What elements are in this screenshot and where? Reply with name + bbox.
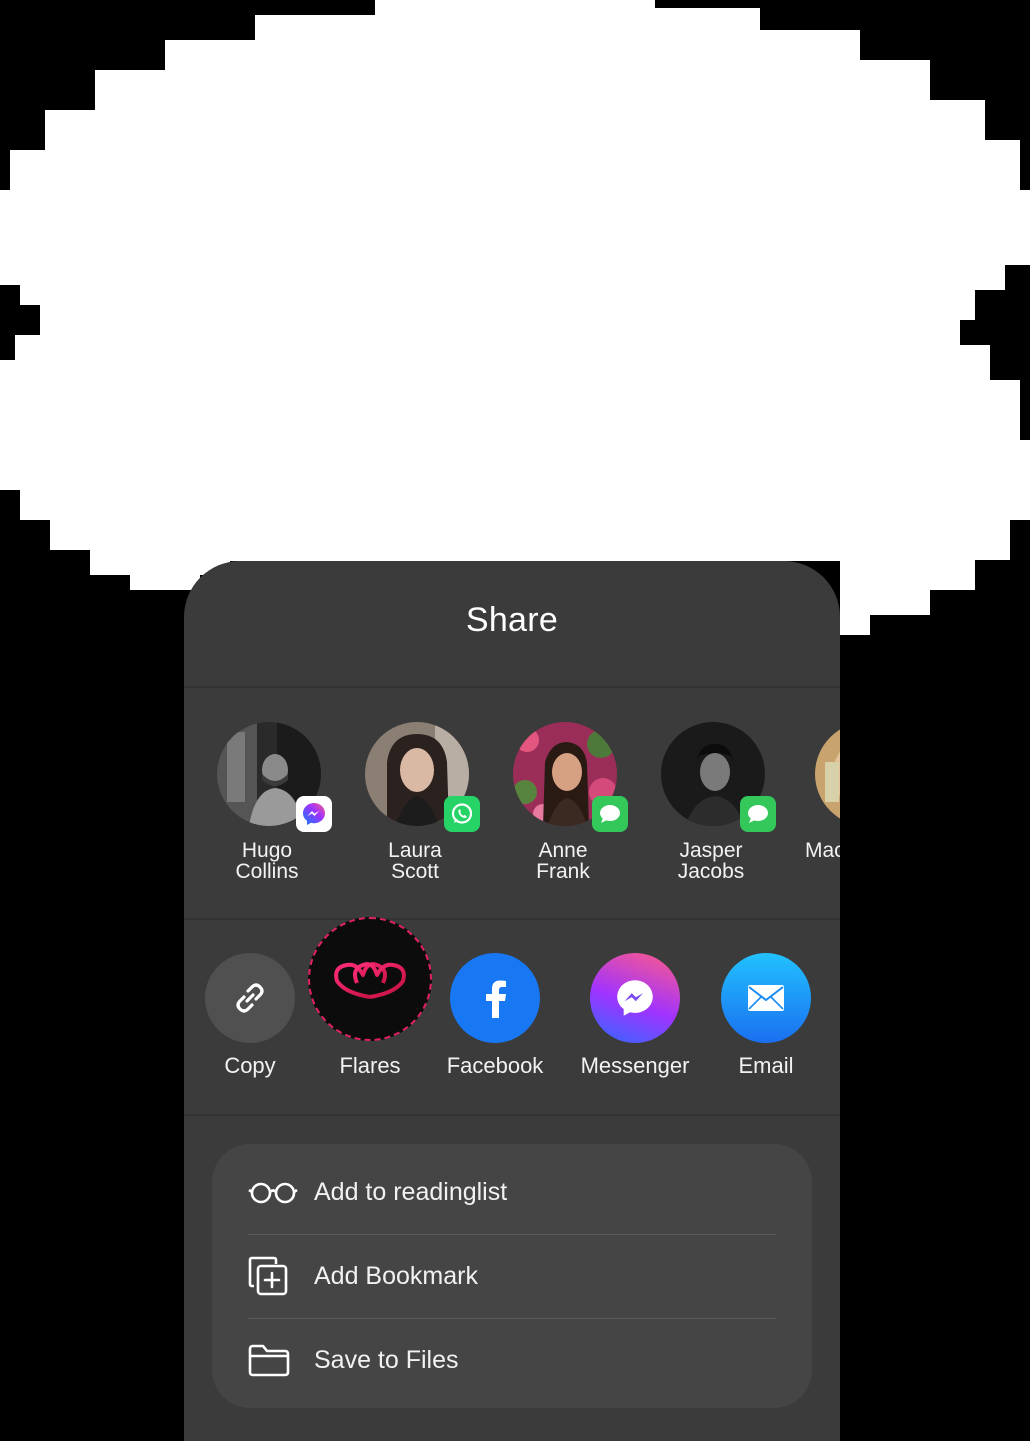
contact-hugo-collins[interactable]: Hugo Collins [192, 722, 342, 892]
avatar [815, 722, 840, 826]
contact-last-name: Jacobs [677, 860, 745, 883]
contact-first-name: Laura [388, 839, 442, 862]
option-label: Add to readinglist [314, 1177, 508, 1206]
share-title: Share [465, 601, 559, 639]
link-icon [205, 953, 295, 1043]
contact-jasper-jacobs[interactable]: Jasper Jacobs [636, 722, 786, 892]
whatsapp-icon [444, 796, 480, 832]
actions-divider [184, 1114, 840, 1116]
action-facebook[interactable]: Facebook [430, 953, 560, 1083]
contact-first-name: Anne [538, 839, 588, 862]
flares-logo-icon [308, 917, 432, 1041]
contact-last-name: Collins [235, 860, 299, 883]
share-screen: Share Hugo Collins Laura Scott Anne Fran… [0, 0, 1030, 1441]
contact-last-name: Scott [391, 860, 439, 883]
contact-first-name: Mac [805, 839, 840, 862]
contact-first-name: Hugo [241, 839, 293, 862]
options-list: Add to readinglist Add Bookmark Save to … [212, 1144, 812, 1408]
share-header: Share [184, 561, 840, 687]
option-label: Save to Files [314, 1345, 459, 1374]
contacts-divider [184, 918, 840, 920]
action-email[interactable]: Email [701, 953, 831, 1083]
contact-laura-scott[interactable]: Laura Scott [340, 722, 490, 892]
messenger-icon [296, 796, 332, 832]
envelope-icon [721, 953, 811, 1043]
contact-partial[interactable]: Mac [790, 722, 840, 892]
bookmark-add-icon [248, 1256, 298, 1296]
action-label: Email [738, 1053, 794, 1078]
glasses-icon [248, 1172, 298, 1212]
share-sheet: Share Hugo Collins Laura Scott Anne Fran… [184, 561, 840, 1441]
messages-icon [740, 796, 776, 832]
facebook-icon [450, 953, 540, 1043]
option-add-to-readinglist[interactable]: Add to readinglist [248, 1150, 776, 1234]
option-label: Add Bookmark [314, 1261, 478, 1290]
option-save-to-files[interactable]: Save to Files [248, 1318, 776, 1402]
messages-icon [592, 796, 628, 832]
messenger-icon [590, 953, 680, 1043]
header-divider [184, 686, 840, 688]
contact-last-name: Frank [536, 860, 590, 883]
option-add-bookmark[interactable]: Add Bookmark [248, 1234, 776, 1318]
folder-icon [248, 1340, 298, 1380]
contact-first-name: Jasper [679, 839, 743, 862]
contact-anne-frank[interactable]: Anne Frank [488, 722, 638, 892]
